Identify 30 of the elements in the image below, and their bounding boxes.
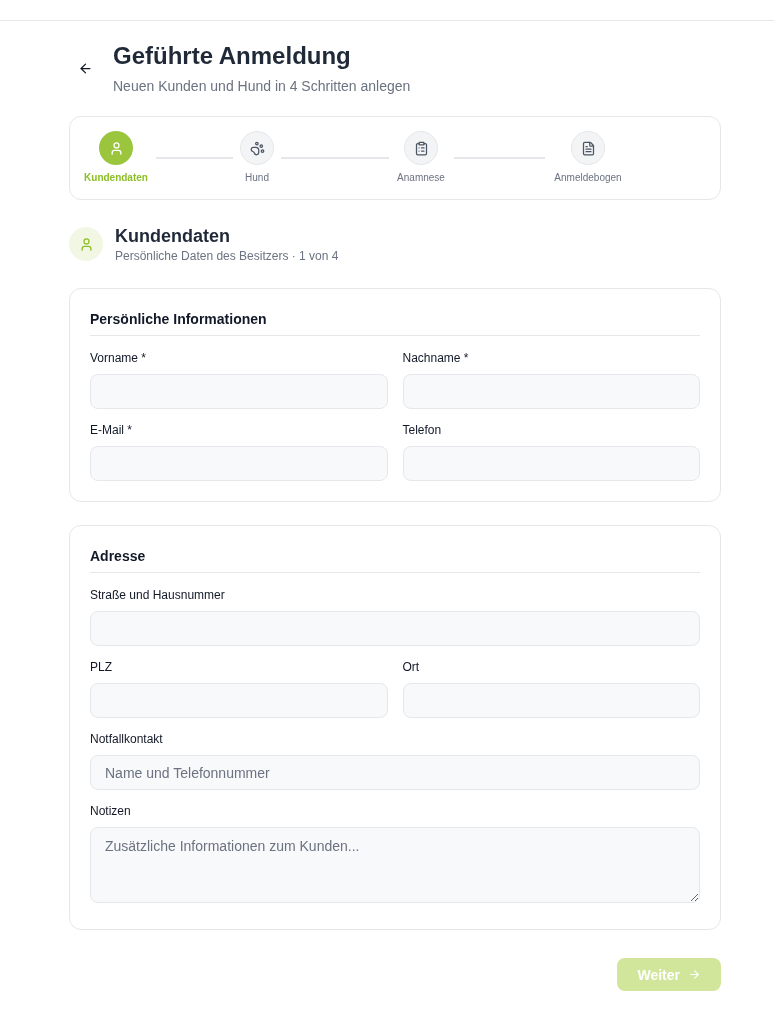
- card-heading: Adresse: [90, 547, 147, 566]
- arrow-left-icon: [77, 60, 93, 76]
- section-subtitle: Persönliche Daten des Besitzers · 1 von 4: [115, 248, 339, 264]
- field-label: PLZ: [90, 659, 113, 675]
- field-label: Notizen: [90, 803, 132, 819]
- page-title: Geführte Anmeldung: [113, 41, 352, 71]
- input-field[interactable]: [402, 683, 700, 718]
- card-heading: Persönliche Informationen: [90, 310, 268, 329]
- input-field[interactable]: [90, 446, 388, 481]
- field-label: Nachname *: [402, 350, 470, 366]
- step-label[interactable]: Anmeldebogen: [554, 171, 622, 185]
- field-label: Vorname *: [90, 350, 148, 366]
- field-label: Notfallkontakt: [90, 731, 164, 747]
- input-field[interactable]: [90, 683, 388, 718]
- field-label: Ort: [402, 659, 421, 675]
- input-field[interactable]: [90, 611, 700, 646]
- step-label[interactable]: Anamnese: [397, 171, 445, 185]
- input-field[interactable]: Name und Telefonnummer: [90, 755, 700, 790]
- field-label: Telefon: [402, 422, 443, 438]
- input-field[interactable]: [90, 374, 388, 409]
- section-title: Kundendaten: [115, 225, 231, 248]
- input-field[interactable]: [402, 374, 700, 409]
- step-label[interactable]: Hund: [245, 171, 269, 185]
- field-label: Straße und Hausnummer: [90, 587, 226, 603]
- person-icon: [69, 227, 103, 261]
- arrow-right-icon: [688, 968, 701, 981]
- textarea-field[interactable]: Zusätzliche Informationen zum Kunden...: [90, 827, 700, 903]
- page-subtitle: Neuen Kunden und Hund in 4 Schritten anlegen: [113, 77, 411, 96]
- input-field[interactable]: [402, 446, 700, 481]
- field-label: E-Mail *: [90, 422, 133, 438]
